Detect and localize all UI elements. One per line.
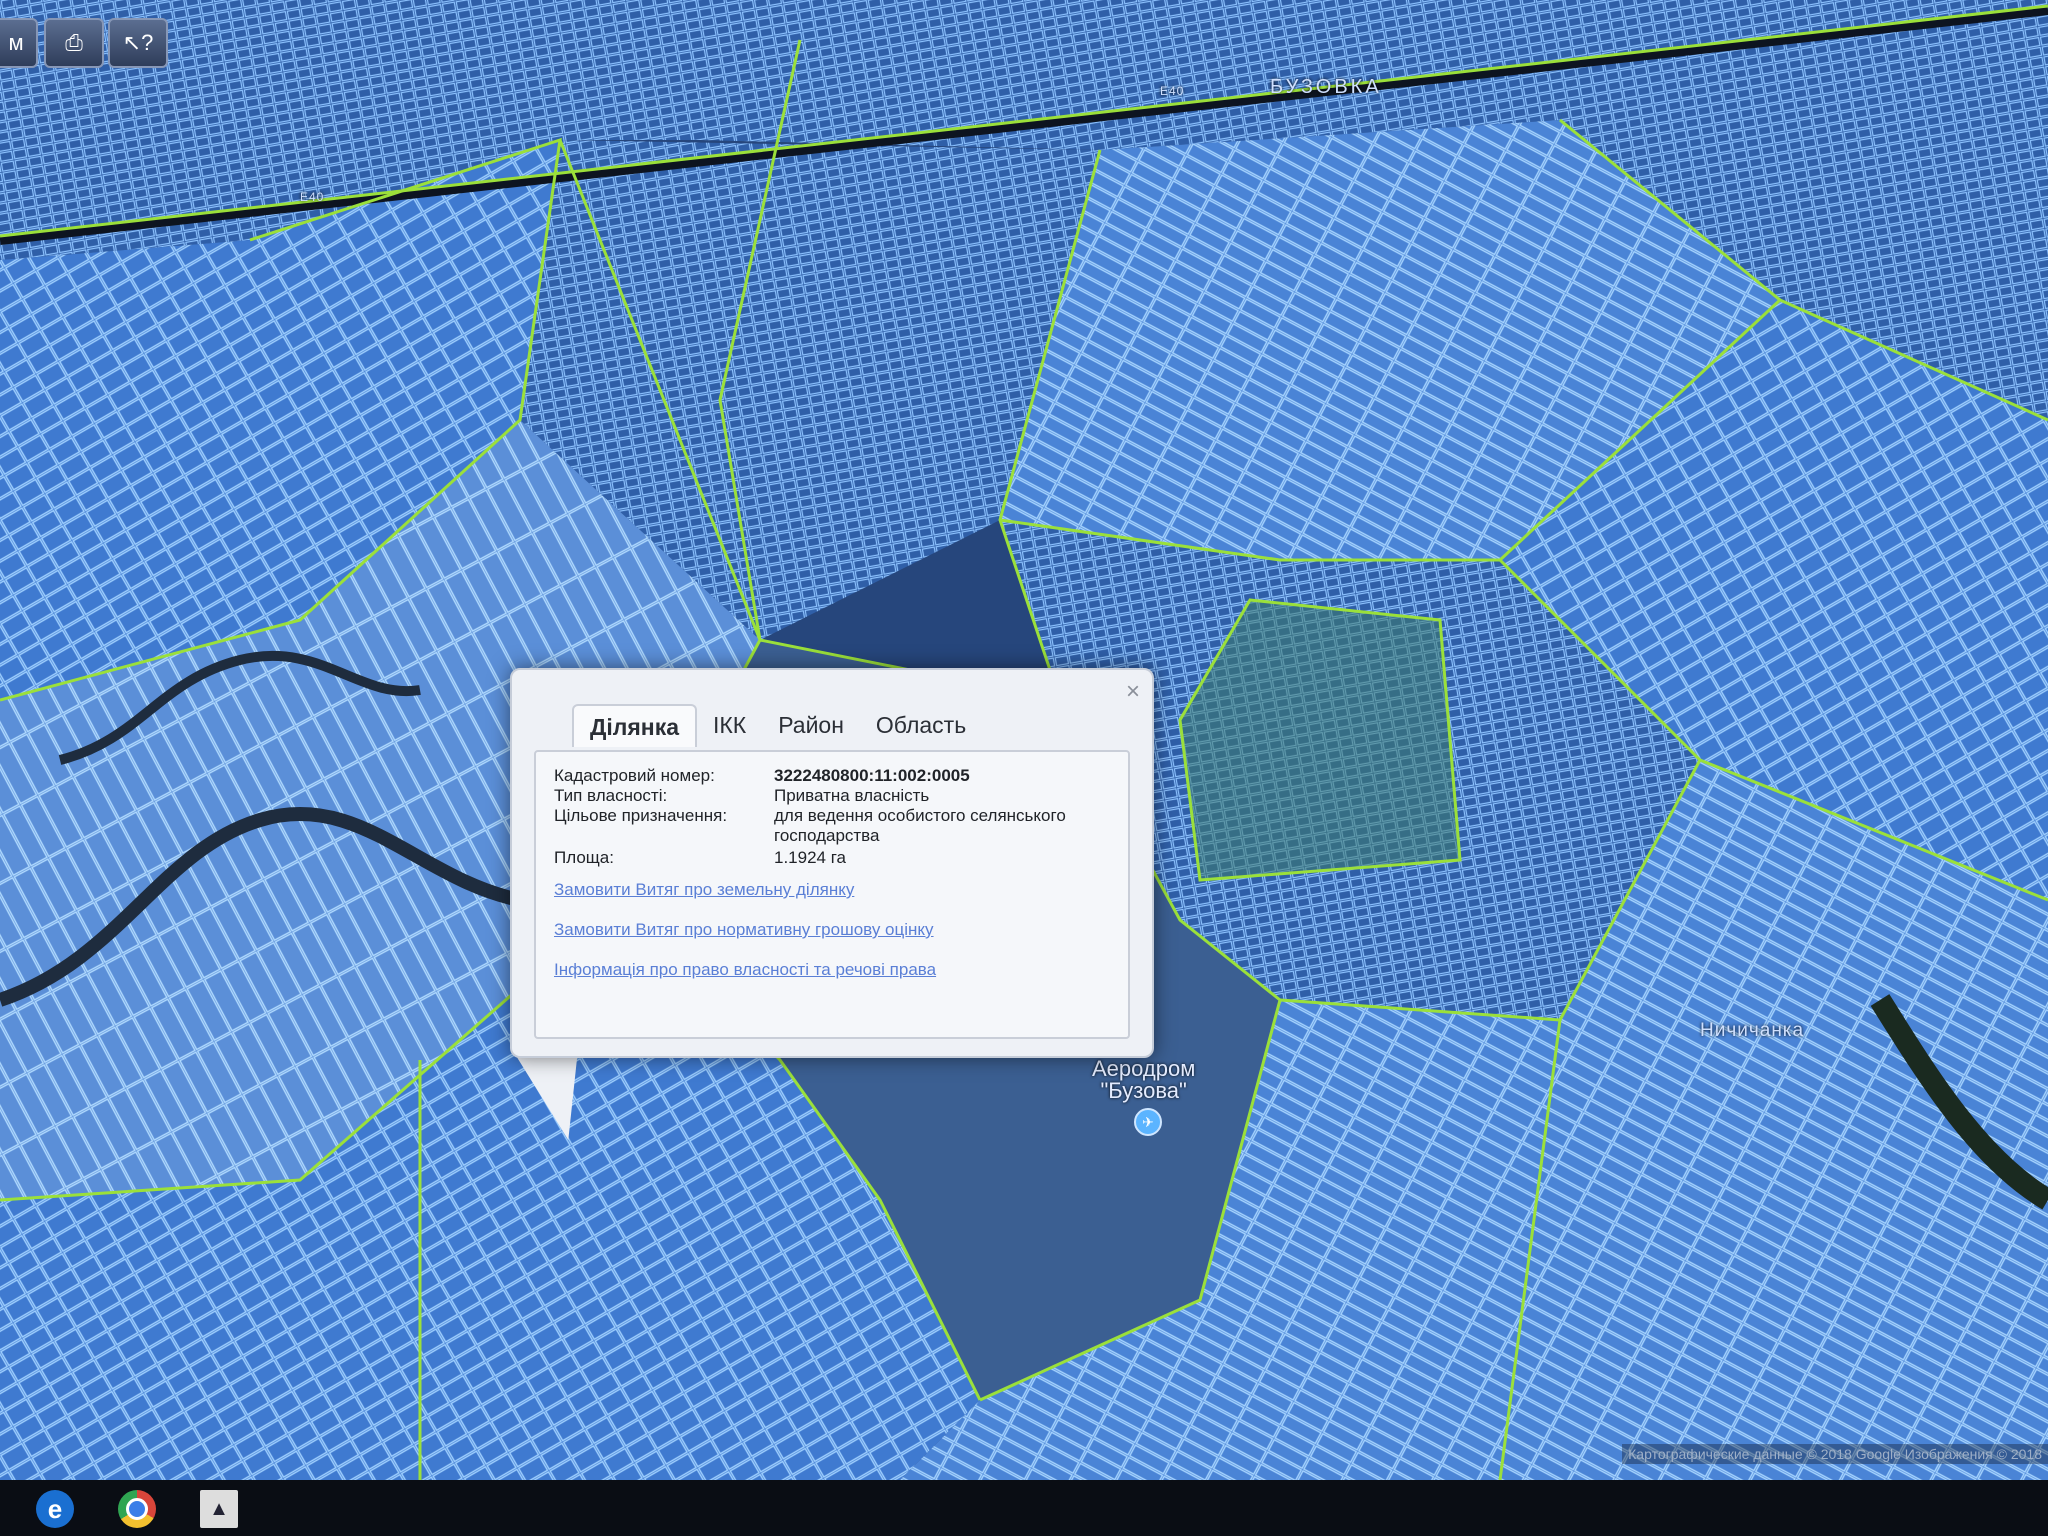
popup-tabs: Ділянка ІКК Район Область	[572, 704, 982, 747]
print-icon: ⎙	[65, 30, 83, 55]
order-valuation-extract-link[interactable]: Замовити Витяг про нормативну грошову оц…	[554, 920, 934, 940]
tab-region[interactable]: Область	[860, 704, 982, 747]
tab-district[interactable]: Район	[762, 704, 860, 747]
internet-explorer-icon[interactable]: e	[36, 1490, 74, 1528]
field-label: Тип власності:	[554, 786, 668, 805]
area-value: 1.1924 га	[774, 848, 847, 867]
chrome-icon[interactable]	[118, 1490, 156, 1528]
purpose-value: для ведення особистого селянського госпо…	[774, 806, 1066, 845]
ownership-info-link[interactable]: Інформація про право власності та речові…	[554, 960, 936, 980]
map-copyright: Картографические данные © 2018 Google Из…	[1622, 1444, 2048, 1464]
field-label: Кадастровий номер:	[554, 766, 715, 785]
pointer-help-icon: ↖	[122, 30, 142, 55]
close-button[interactable]: ×	[1126, 678, 1140, 706]
help-pointer-button[interactable]: ↖?	[108, 18, 168, 68]
tab-ikk[interactable]: ІКК	[697, 704, 762, 747]
airport-label: Аеродром "Бузова"	[1092, 1058, 1195, 1102]
parcel-details-panel: Кадастровий номер: 3222480800:11:002:000…	[534, 750, 1130, 1039]
road-label: E40	[300, 190, 325, 204]
photos-icon[interactable]: ▲	[200, 1490, 238, 1528]
road-label: E40	[1160, 84, 1185, 98]
parcel-info-popup: × Ділянка ІКК Район Область Кадастровий …	[510, 668, 1154, 1058]
cadastral-number-value: 3222480800:11:002:0005	[774, 766, 970, 785]
measure-label: м	[8, 30, 24, 55]
airport-name: Аеродром	[1092, 1056, 1196, 1081]
help-label: ?	[141, 30, 154, 55]
field-label: Площа:	[554, 848, 614, 867]
tab-parcel[interactable]: Ділянка	[572, 704, 698, 747]
airport-pin-icon[interactable]: ✈	[1134, 1108, 1162, 1136]
town-label-top: БУЗОВКА	[1270, 76, 1382, 98]
cadastral-map[interactable]: м ⎙ ↖? БУЗОВКА E40 E40 Ничичанка Аеродро…	[0, 0, 2048, 1480]
field-label: Цільове призначення:	[554, 806, 728, 825]
order-parcel-extract-link[interactable]: Замовити Витяг про земельну ділянку	[554, 880, 854, 900]
village-label: Ничичанка	[1700, 1020, 1805, 1041]
ownership-type-value: Приватна власність	[774, 786, 930, 805]
taskbar: e ▲	[0, 1480, 2048, 1536]
airport-quote: "Бузова"	[1100, 1078, 1187, 1103]
measure-button[interactable]: м	[0, 18, 38, 68]
print-button[interactable]: ⎙	[44, 18, 104, 68]
